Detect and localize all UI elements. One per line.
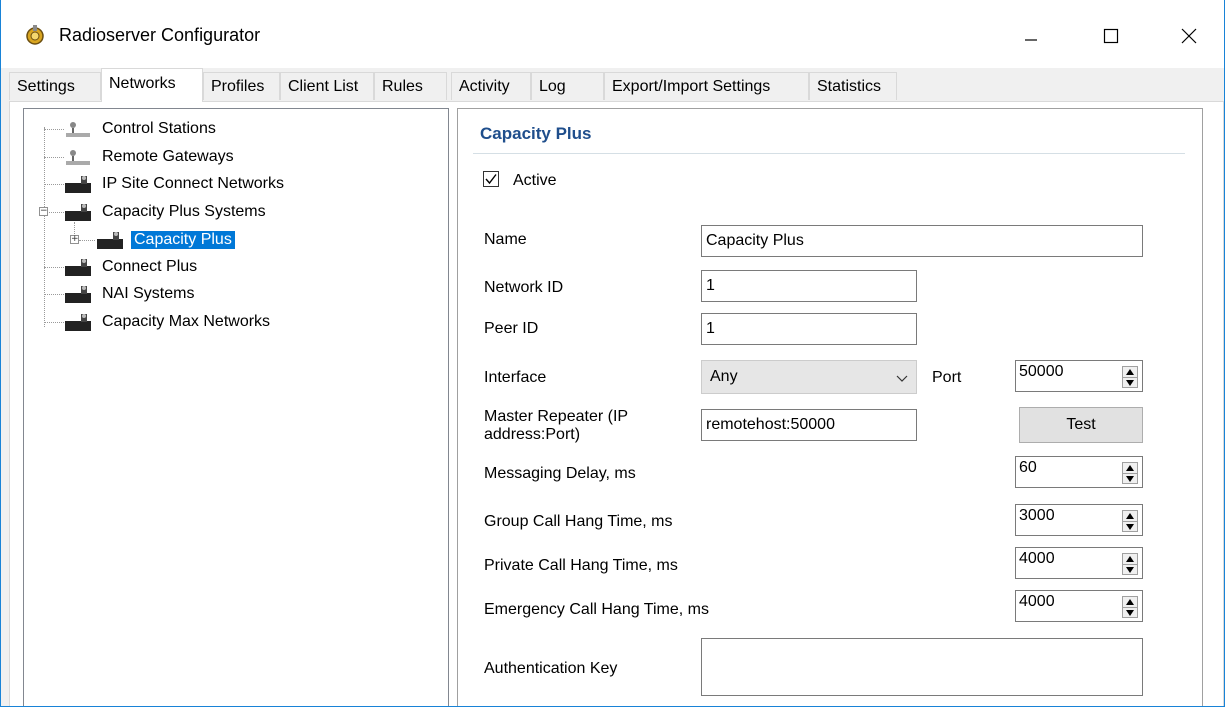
stepper-arrows[interactable] — [1122, 462, 1138, 484]
network-id-field[interactable]: 1 — [701, 270, 917, 302]
minimize-icon — [1025, 39, 1037, 41]
interface-select[interactable]: Any — [701, 360, 917, 394]
auth-key-field[interactable] — [701, 638, 1143, 696]
tree-expand-toggle[interactable]: + — [70, 235, 79, 244]
network-repeater-icon — [97, 232, 123, 249]
group-hang-stepper[interactable]: 3000 — [1015, 504, 1143, 536]
stepper-up-icon[interactable] — [1123, 554, 1137, 564]
network-repeater-icon — [65, 259, 91, 276]
stepper-arrows[interactable] — [1122, 366, 1138, 388]
emergency-hang-value: 4000 — [1019, 593, 1055, 610]
close-icon — [1181, 28, 1197, 44]
stepper-arrows[interactable] — [1122, 596, 1138, 618]
tree-item-connect-plus[interactable]: Connect Plus — [63, 256, 200, 278]
tree-line — [44, 157, 64, 158]
port-value: 50000 — [1019, 363, 1064, 380]
tree-line — [44, 184, 64, 185]
minimize-button[interactable] — [1003, 16, 1059, 56]
port-label: Port — [932, 369, 962, 386]
stepper-down-icon[interactable] — [1123, 377, 1137, 388]
stepper-up-icon[interactable] — [1123, 511, 1137, 521]
chevron-down-icon — [896, 375, 908, 382]
tree-item-remote-gateways[interactable]: Remote Gateways — [63, 146, 237, 168]
tree-line — [79, 240, 95, 241]
antenna-device-icon — [66, 122, 90, 137]
private-hang-label: Private Call Hang Time, ms — [484, 557, 678, 574]
network-id-label: Network ID — [484, 279, 564, 296]
network-repeater-icon — [65, 204, 91, 221]
maximize-icon — [1103, 28, 1119, 44]
tree-item-control-stations[interactable]: Control Stations — [63, 118, 219, 140]
tree-item-capacity-max-networks[interactable]: Capacity Max Networks — [63, 311, 273, 333]
tab-settings[interactable]: Settings — [9, 72, 101, 100]
master-repeater-field[interactable]: remotehost:50000 — [701, 409, 917, 441]
tree-line — [44, 322, 64, 323]
stepper-arrows[interactable] — [1122, 553, 1138, 575]
test-button[interactable]: Test — [1019, 407, 1143, 443]
stepper-down-icon[interactable] — [1123, 607, 1137, 618]
network-tree[interactable] — [23, 108, 449, 706]
stepper-down-icon[interactable] — [1123, 473, 1137, 484]
peer-id-field[interactable]: 1 — [701, 313, 917, 345]
messaging-delay-value: 60 — [1019, 459, 1037, 476]
maximize-button[interactable] — [1083, 16, 1139, 56]
auth-key-label: Authentication Key — [484, 660, 618, 677]
group-hang-value: 3000 — [1019, 507, 1055, 524]
network-repeater-icon — [65, 314, 91, 331]
interface-value: Any — [710, 368, 738, 385]
peer-id-label: Peer ID — [484, 320, 539, 337]
tree-item-ip-site-connect-networks[interactable]: IP Site Connect Networks — [63, 173, 287, 195]
window-title: Radioserver Configurator — [59, 25, 261, 45]
active-label: Active — [513, 172, 557, 189]
tab-log[interactable]: Log — [531, 72, 604, 100]
tree-item-nai-systems[interactable]: NAI Systems — [63, 283, 197, 305]
close-button[interactable] — [1161, 16, 1217, 56]
tab-networks[interactable]: Networks — [101, 68, 203, 102]
group-hang-label: Group Call Hang Time, ms — [484, 513, 673, 530]
tree-line — [44, 129, 64, 130]
interface-label: Interface — [484, 369, 547, 386]
port-stepper[interactable]: 50000 — [1015, 360, 1143, 392]
app-window: Radioserver Configurator Settings Networ… — [0, 0, 1225, 707]
tab-rules[interactable]: Rules — [374, 72, 447, 100]
tab-export-import-settings[interactable]: Export/Import Settings — [604, 72, 809, 100]
group-divider — [473, 153, 1185, 154]
master-repeater-label-line1: Master Repeater (IP — [484, 408, 629, 425]
group-title: Capacity Plus — [480, 124, 592, 143]
master-repeater-label: Master Repeater (IP address:Port) — [484, 408, 628, 444]
tree-item-capacity-plus-systems[interactable]: Capacity Plus Systems — [63, 201, 269, 223]
master-repeater-label-line2: address:Port) — [484, 426, 581, 443]
network-repeater-icon — [65, 176, 91, 193]
stepper-down-icon[interactable] — [1123, 564, 1137, 575]
tree-item-capacity-plus[interactable]: Capacity Plus — [95, 229, 236, 251]
tree-collapse-toggle[interactable]: − — [39, 207, 48, 216]
tree-line — [44, 294, 64, 295]
name-field[interactable]: Capacity Plus — [701, 225, 1143, 257]
tab-statistics[interactable]: Statistics — [809, 72, 897, 100]
name-label: Name — [484, 231, 527, 248]
stepper-down-icon[interactable] — [1123, 521, 1137, 532]
emergency-hang-stepper[interactable]: 4000 — [1015, 590, 1143, 622]
antenna-device-icon — [66, 150, 90, 165]
stepper-arrows[interactable] — [1122, 510, 1138, 532]
title-bar: Radioserver Configurator — [1, 0, 1224, 68]
messaging-delay-label: Messaging Delay, ms — [484, 465, 636, 482]
stepper-up-icon[interactable] — [1123, 463, 1137, 473]
private-hang-stepper[interactable]: 4000 — [1015, 547, 1143, 579]
tree-line — [44, 267, 64, 268]
messaging-delay-stepper[interactable]: 60 — [1015, 456, 1143, 488]
active-checkbox[interactable] — [483, 171, 499, 187]
checkmark-icon — [485, 174, 497, 185]
app-icon — [26, 25, 44, 45]
network-repeater-icon — [65, 286, 91, 303]
stepper-up-icon[interactable] — [1123, 597, 1137, 607]
stepper-up-icon[interactable] — [1123, 367, 1137, 377]
tab-activity[interactable]: Activity — [451, 72, 531, 100]
tree-line — [49, 212, 64, 213]
emergency-hang-label: Emergency Call Hang Time, ms — [484, 601, 709, 618]
private-hang-value: 4000 — [1019, 550, 1055, 567]
tab-profiles[interactable]: Profiles — [203, 72, 280, 100]
tab-client-list[interactable]: Client List — [280, 72, 374, 100]
